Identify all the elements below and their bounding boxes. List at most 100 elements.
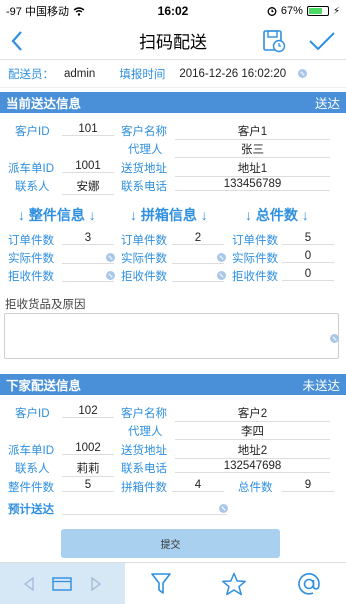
box-actual-label: 实际件数 (121, 253, 167, 265)
current-section-header: 当前送达信息 送达 (0, 92, 346, 113)
battery-percent: 67% (280, 5, 303, 17)
whole-group-title: 整件信息 (28, 207, 85, 223)
save-schedule-icon[interactable] (262, 29, 286, 53)
back-arrow-icon[interactable] (23, 576, 35, 591)
down-arrow-icon: ↓ (88, 207, 96, 223)
whole-ordered-value: 3 (62, 232, 114, 245)
reject-reason-label: 拒收货品及原因 (5, 299, 86, 311)
clear-icon[interactable] (219, 504, 228, 513)
next-whole-label: 整件件数 (8, 482, 54, 494)
clock: 16:02 (157, 4, 189, 18)
nav-bar: 扫码配送 (0, 22, 346, 60)
courier-label: 配送员： (8, 68, 54, 81)
down-arrow-icon: ↓ (130, 207, 137, 223)
current-section-title: 当前送达信息 (6, 97, 82, 111)
agent-value: 张三 (175, 141, 330, 158)
courier-value: admin (64, 67, 96, 80)
clear-icon[interactable] (298, 69, 308, 78)
charging-icon: ⚡ (332, 5, 340, 17)
back-chevron-icon[interactable] (10, 30, 24, 52)
next-contact-label: 联系人 (15, 463, 50, 475)
clear-icon[interactable] (106, 253, 115, 262)
total-group-header: ↓ 总件数 ↓ (245, 205, 309, 225)
agent-label: 代理人 (128, 144, 163, 156)
battery-icon (306, 6, 329, 16)
next-total-value: 9 (282, 479, 334, 492)
total-rejected-value: 0 (282, 268, 334, 281)
next-phone-label: 联系电话 (121, 463, 167, 475)
box-group-header: ↓ 拼箱信息 ↓ (130, 205, 208, 225)
phone-value: 133456789 (175, 178, 330, 191)
report-time-value[interactable]: 2016-12-26 16:02:20 (179, 68, 286, 80)
dispatch-id-value: 1001 (62, 160, 114, 173)
contact-value: 安娜 (62, 178, 114, 195)
next-box-label: 拼箱件数 (121, 482, 167, 494)
next-customer-name-label: 客户名称 (121, 408, 167, 420)
next-dispatch-id-label: 派车单ID (8, 445, 54, 457)
box-ordered-label: 订单件数 (121, 235, 167, 247)
down-arrow-icon: ↓ (301, 207, 309, 223)
next-address-label: 送货地址 (121, 445, 167, 457)
confirm-check-icon[interactable] (308, 31, 336, 51)
phone-label: 联系电话 (121, 181, 167, 193)
contact-label: 联系人 (15, 181, 50, 193)
current-info-grid: 客户ID 101 客户名称 客户1 代理人 张三 派车单ID 1001 送货地址… (0, 113, 346, 395)
address-label: 送货地址 (121, 163, 167, 175)
next-section-header: 下家配送信息 未送达 (0, 374, 346, 395)
next-address-value: 地址2 (175, 442, 330, 459)
down-arrow-icon: ↓ (200, 207, 208, 223)
clear-icon[interactable] (106, 271, 115, 280)
next-box-value: 4 (172, 479, 224, 492)
clear-icon[interactable] (330, 334, 339, 343)
customer-name-value: 客户1 (175, 123, 330, 140)
total-ordered-label: 订单件数 (232, 235, 278, 247)
next-status-badge: 未送达 (302, 379, 340, 393)
eta-label: 预计送达 (8, 504, 54, 516)
star-icon[interactable] (221, 572, 247, 596)
box-group-title: 拼箱信息 (140, 207, 197, 223)
customer-name-label: 客户名称 (121, 126, 167, 138)
submit-button[interactable]: 提交 (61, 529, 280, 558)
clear-icon[interactable] (217, 253, 226, 262)
next-total-label: 总件数 (238, 482, 273, 494)
down-arrow-icon: ↓ (245, 207, 252, 223)
address-value: 地址1 (175, 160, 330, 177)
total-actual-value: 0 (282, 250, 334, 263)
clear-icon[interactable] (217, 271, 226, 280)
next-agent-label: 代理人 (128, 426, 163, 438)
status-bar: -97 中国移动 16:02 67% ⚡ (0, 0, 346, 22)
total-actual-label: 实际件数 (232, 253, 278, 265)
signal-text: -97 中国移动 (6, 6, 69, 18)
dispatch-id-label: 派车单ID (8, 163, 54, 175)
next-customer-id-label: 客户ID (15, 408, 50, 420)
wifi-icon (73, 6, 85, 16)
box-rejected-label: 拒收件数 (121, 271, 167, 283)
box-ordered-value: 2 (172, 232, 224, 245)
tab-window-icon[interactable] (52, 576, 73, 591)
whole-group-header: ↓ 整件信息 ↓ (18, 205, 96, 225)
total-ordered-value: 5 (282, 232, 334, 245)
next-dispatch-id-value: 1002 (62, 442, 114, 455)
next-contact-value: 莉莉 (62, 460, 114, 477)
courier-row: 配送员： admin 填报时间 2016-12-26 16:02:20 (0, 60, 346, 88)
down-arrow-icon: ↓ (18, 207, 25, 223)
forward-arrow-icon[interactable] (90, 576, 102, 591)
whole-ordered-label: 订单件数 (8, 235, 54, 247)
eta-input[interactable] (62, 501, 227, 515)
next-agent-value: 李四 (175, 423, 330, 440)
next-phone-value: 132547698 (175, 460, 330, 473)
next-whole-value: 5 (62, 479, 114, 492)
at-icon[interactable] (297, 572, 321, 596)
next-customer-id-value: 102 (62, 405, 114, 418)
alarm-icon (267, 7, 277, 16)
whole-rejected-label: 拒收件数 (8, 271, 54, 283)
browser-nav-segment (0, 563, 125, 604)
report-time-label: 填报时间 (119, 68, 166, 81)
next-info-grid: 客户ID 102 客户名称 客户2 代理人 李四 派车单ID 1002 送货地址… (0, 395, 346, 525)
reject-reason-textarea[interactable] (4, 313, 339, 359)
bottom-toolbar (0, 562, 346, 604)
next-customer-name-value: 客户2 (175, 405, 330, 422)
customer-id-value: 101 (62, 123, 114, 136)
filter-icon[interactable] (150, 572, 172, 596)
next-section-title: 下家配送信息 (6, 379, 82, 393)
